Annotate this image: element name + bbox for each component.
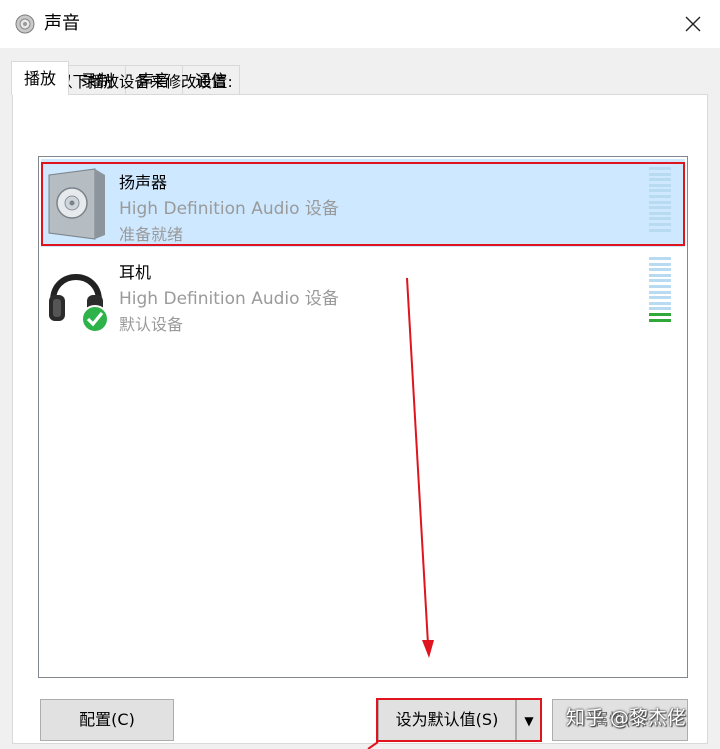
headphones-icon [49, 274, 109, 333]
volume-level-meter [649, 257, 671, 325]
meter-segment [649, 296, 671, 300]
green-check-icon [81, 305, 109, 333]
properties-button[interactable]: 属性(P) [552, 699, 688, 741]
meter-segment [649, 195, 671, 198]
meter-segment [649, 279, 671, 283]
speaker-app-icon [15, 14, 35, 34]
close-button[interactable] [666, 0, 720, 48]
device-description: High Definition Audio 设备 [119, 199, 339, 219]
set-default-button[interactable]: 设为默认值(S) [378, 699, 516, 741]
volume-level-meter [649, 167, 671, 235]
meter-segment [649, 273, 671, 277]
meter-segment [649, 257, 671, 260]
meter-segment [649, 211, 671, 215]
meter-segment [649, 172, 671, 176]
meter-segment [649, 285, 671, 288]
device-name: 扬声器 [119, 173, 168, 192]
title-bar: 声音 [0, 0, 720, 48]
meter-segment [649, 217, 671, 221]
meter-segment [649, 167, 671, 170]
speaker-icon [48, 168, 105, 240]
chevron-down-icon: ▼ [524, 714, 534, 728]
device-item-speakers[interactable]: 扬声器 High Definition Audio 设备 准备就绪 [41, 159, 685, 247]
device-description: High Definition Audio 设备 [119, 289, 339, 309]
meter-segment [649, 290, 671, 294]
meter-segment [649, 301, 671, 305]
device-item-headphones[interactable]: 耳机 High Definition Audio 设备 默认设备 [41, 249, 685, 337]
device-status: 准备就绪 [119, 225, 184, 244]
meter-segment [649, 268, 671, 272]
meter-segment [649, 183, 671, 187]
meter-segment [649, 307, 671, 311]
meter-segment [649, 178, 671, 182]
meter-segment [649, 318, 671, 322]
device-name: 耳机 [119, 263, 152, 282]
meter-segment [649, 206, 671, 210]
meter-segment [649, 262, 671, 266]
playback-device-list[interactable]: 扬声器 High Definition Audio 设备 准备就绪 耳机 Hig… [38, 156, 688, 678]
meter-segment [649, 313, 671, 316]
tab-playback[interactable]: 播放 [11, 61, 70, 95]
close-icon [685, 16, 701, 32]
device-status: 默认设备 [119, 315, 184, 334]
meter-segment [649, 223, 671, 226]
set-default-dropdown-button[interactable]: ▼ [516, 699, 542, 741]
configure-button[interactable]: 配置(C) [40, 699, 174, 741]
meter-segment [649, 228, 671, 232]
meter-segment [649, 200, 671, 204]
window-title: 声音 [44, 13, 80, 34]
meter-segment [649, 189, 671, 193]
